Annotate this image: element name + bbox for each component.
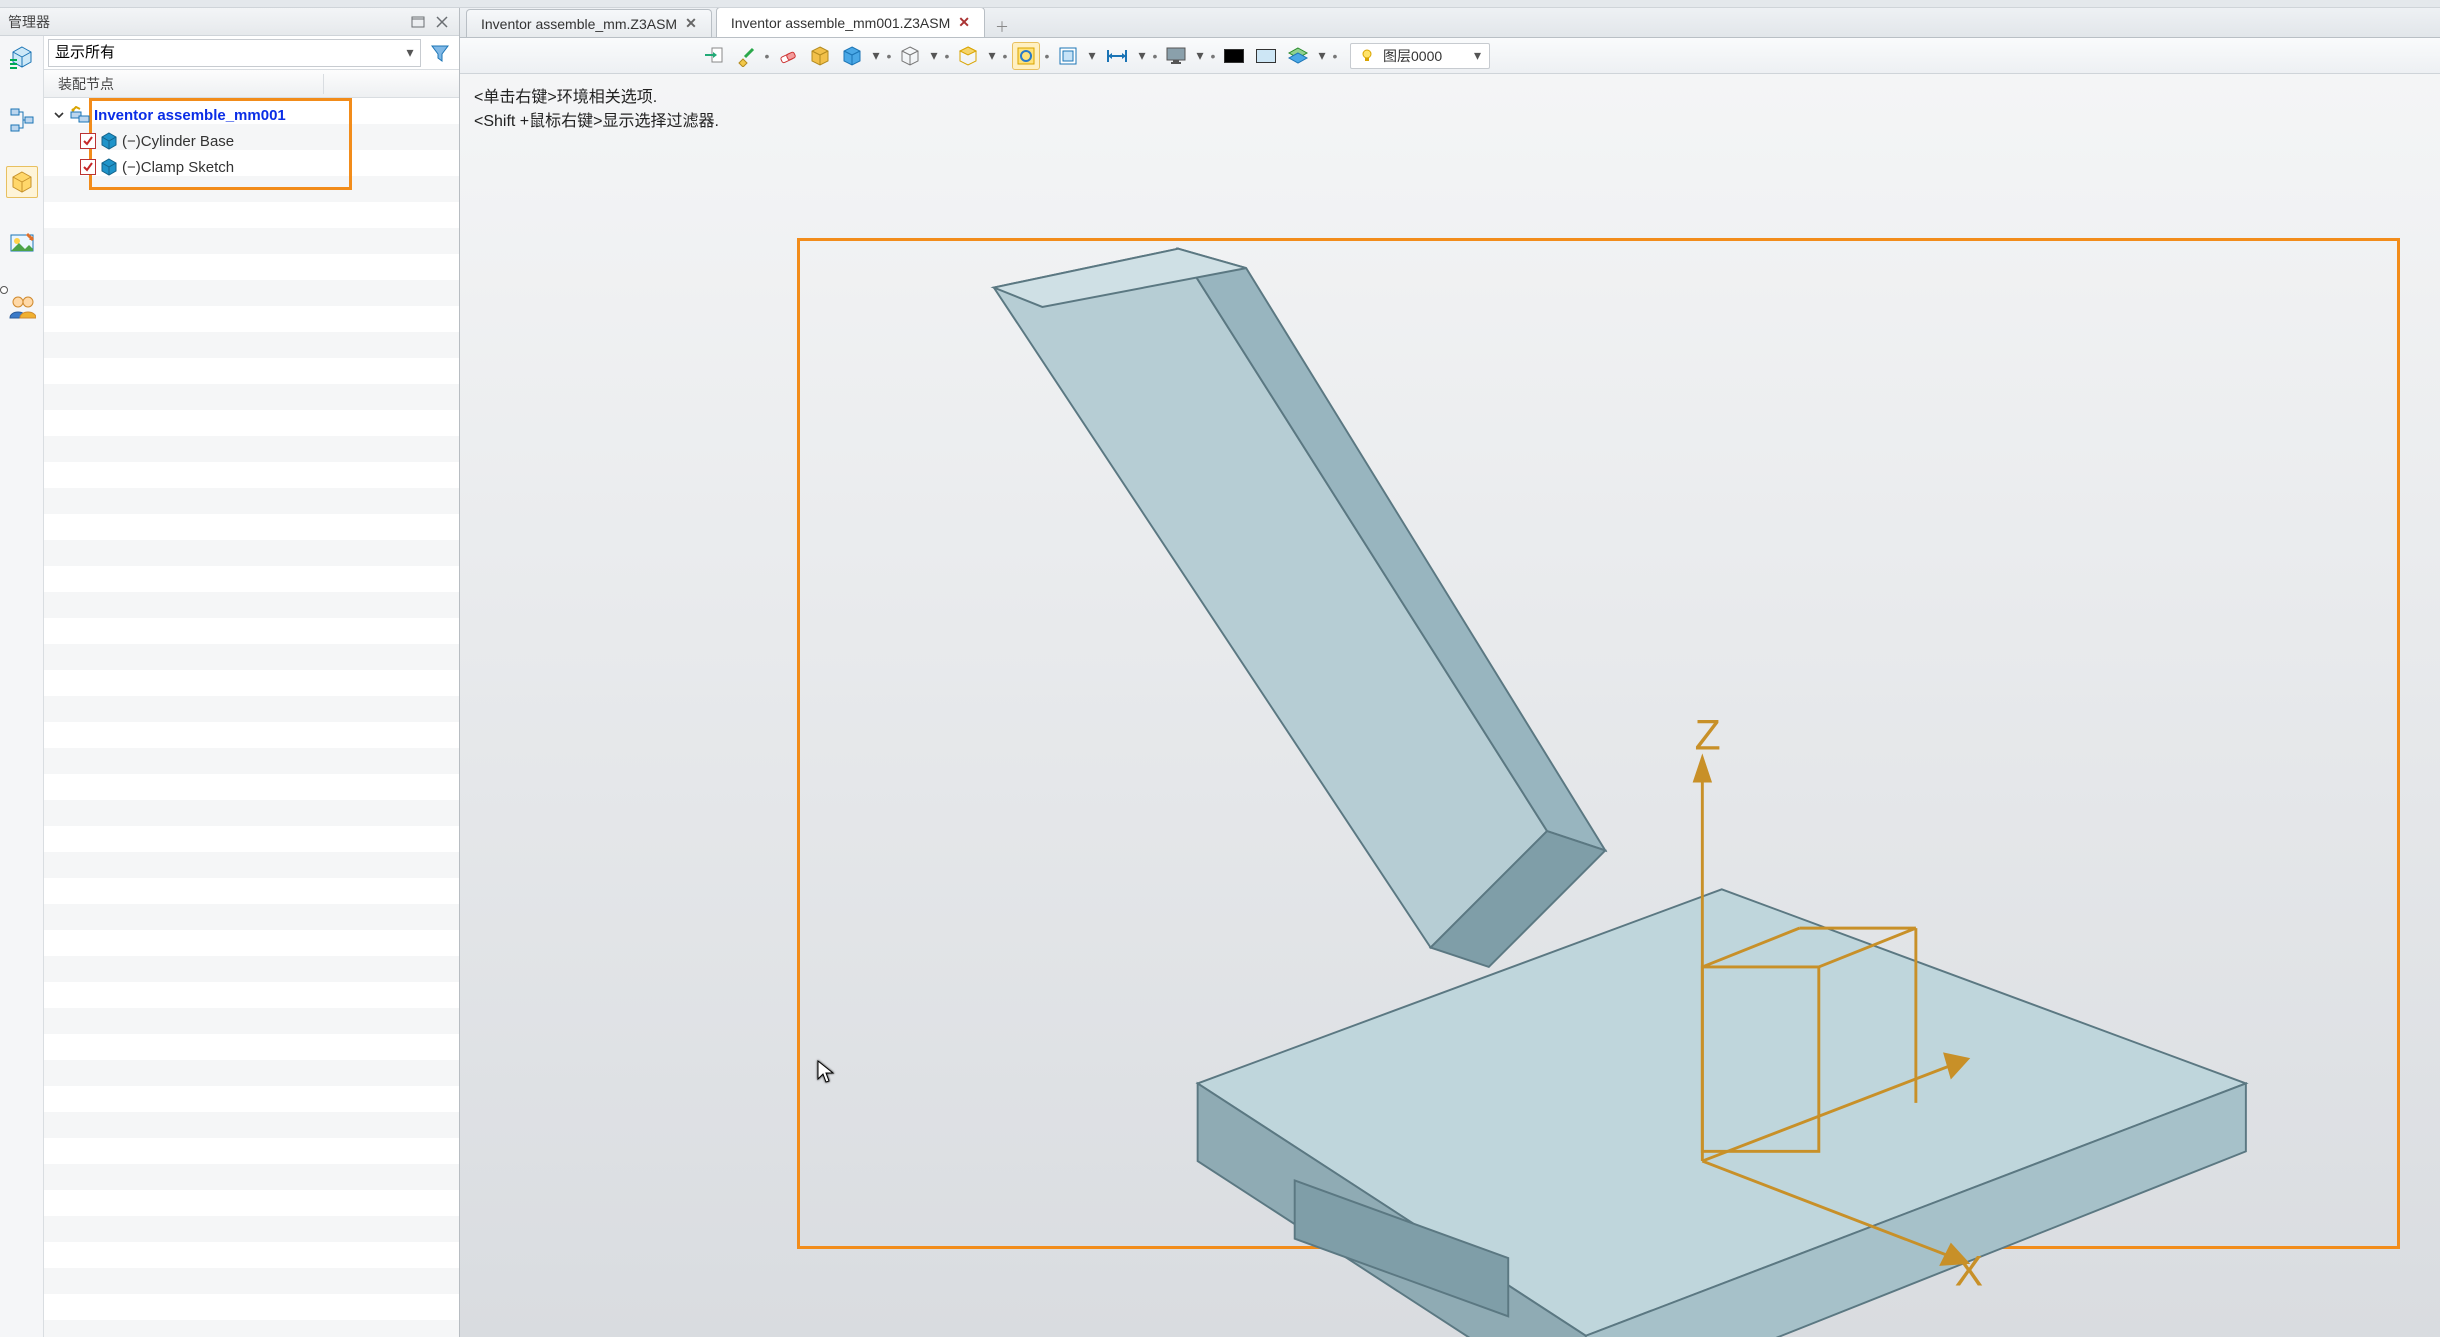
tab-label: Inventor assemble_mm001.Z3ASM	[731, 15, 950, 31]
document-area: Inventor assemble_mm.Z3ASM ✕ Inventor as…	[460, 8, 2440, 1337]
dropdown-arrow[interactable]: ▾	[986, 47, 998, 64]
mouse-cursor-icon	[816, 1059, 836, 1085]
tree-filter-row: 显示所有 ▾	[44, 36, 459, 70]
tree-checkbox[interactable]	[80, 159, 96, 175]
tree-column-header: 装配节点	[44, 70, 459, 98]
manager-panel: 管理器	[0, 8, 460, 1337]
tree-wrapper: 显示所有 ▾ 装配节点	[44, 36, 459, 1337]
tree-child-label[interactable]: (−)Clamp Sketch	[122, 159, 234, 176]
toolbar-separator: •	[1332, 46, 1338, 66]
manager-titlebar: 管理器	[0, 8, 459, 36]
layer-label: 图层0000	[1383, 46, 1442, 66]
dropdown-arrow[interactable]: ▾	[1194, 47, 1206, 64]
menubar-stub	[0, 0, 2440, 8]
tb-color-lightblue[interactable]	[1252, 42, 1280, 70]
lightbulb-icon	[1359, 48, 1375, 64]
panel-close-button[interactable]	[433, 14, 451, 30]
tb-shaded-blue[interactable]	[838, 42, 866, 70]
toolbar-separator: •	[1210, 46, 1216, 66]
chevron-down-icon: ▾	[1474, 47, 1481, 64]
axis-label-z: Z	[1695, 712, 1721, 760]
tree-filter-button[interactable]	[425, 39, 455, 67]
viewport-3d[interactable]: <单击右键>环境相关选项. <Shift +鼠标右键>显示选择过滤器.	[460, 74, 2440, 1337]
color-swatch-lightblue	[1256, 49, 1276, 63]
toolbar-separator: •	[1152, 46, 1158, 66]
view-toolbar: • ▾ • ▾ • ▾ • •	[460, 38, 2440, 74]
vbtn-assembly-tree[interactable]	[6, 104, 38, 136]
document-tab[interactable]: Inventor assemble_mm001.Z3ASM ✕	[716, 8, 985, 37]
tb-eraser[interactable]	[774, 42, 802, 70]
tree-root-row[interactable]: Inventor assemble_mm001	[46, 102, 457, 128]
tree-checkbox[interactable]	[80, 133, 96, 149]
main-split: 管理器	[0, 8, 2440, 1337]
tab-close-button[interactable]: ✕	[685, 15, 697, 32]
tb-brush[interactable]	[732, 42, 760, 70]
color-swatch-black	[1224, 49, 1244, 63]
tree-child-row[interactable]: (−)Cylinder Base	[46, 128, 457, 154]
dropdown-arrow[interactable]: ▾	[928, 47, 940, 64]
toolbar-separator: •	[1044, 46, 1050, 66]
layer-selector[interactable]: 图层0000 ▾	[1350, 43, 1490, 69]
part-icon	[100, 132, 118, 150]
tree-child-label[interactable]: (−)Cylinder Base	[122, 133, 234, 150]
vbtn-users[interactable]	[6, 290, 38, 322]
manager-title: 管理器	[8, 12, 50, 32]
vbtn-part-tree[interactable]	[6, 42, 38, 74]
document-tabs: Inventor assemble_mm.Z3ASM ✕ Inventor as…	[460, 8, 2440, 38]
tb-face-analysis[interactable]	[1012, 42, 1040, 70]
tab-label: Inventor assemble_mm.Z3ASM	[481, 16, 677, 32]
tb-grid-toggle[interactable]	[1054, 42, 1082, 70]
manager-body: 显示所有 ▾ 装配节点	[0, 36, 459, 1337]
toolbar-separator: •	[1002, 46, 1008, 66]
axis-label-x: X	[1955, 1247, 1983, 1295]
tb-hidden-gold[interactable]	[954, 42, 982, 70]
tree-area[interactable]: Inventor assemble_mm001 (−)Cylinder Base	[44, 98, 459, 1337]
new-tab-button[interactable]: ＋	[989, 17, 1015, 37]
panel-minimize-button[interactable]	[409, 14, 427, 30]
model-bottom-slab	[1198, 889, 2246, 1337]
tree-child-row[interactable]: (−)Clamp Sketch	[46, 154, 457, 180]
tb-color-black[interactable]	[1220, 42, 1248, 70]
dropdown-arrow[interactable]: ▾	[870, 47, 882, 64]
tb-wireframe[interactable]	[896, 42, 924, 70]
tb-insert[interactable]	[700, 42, 728, 70]
toolbar-separator: •	[764, 46, 770, 66]
dropdown-arrow[interactable]: ▾	[1136, 47, 1148, 64]
vbtn-box[interactable]	[6, 166, 38, 198]
toolbar-separator: •	[886, 46, 892, 66]
scene-3d-model: Z X	[460, 74, 2440, 1337]
document-tab[interactable]: Inventor assemble_mm.Z3ASM ✕	[466, 9, 712, 37]
tb-shaded-gold[interactable]	[806, 42, 834, 70]
dropdown-arrow[interactable]: ▾	[1316, 47, 1328, 64]
tree-filter-select[interactable]: 显示所有	[48, 39, 421, 67]
toolbar-separator: •	[944, 46, 950, 66]
part-icon	[100, 158, 118, 176]
tree-column-header-label: 装配节点	[54, 74, 324, 94]
assembly-icon	[70, 106, 90, 124]
tb-monitor[interactable]	[1162, 42, 1190, 70]
assembly-tree: Inventor assemble_mm001 (−)Cylinder Base	[44, 98, 459, 184]
expander-icon[interactable]	[52, 108, 66, 122]
tb-layers-icon[interactable]	[1284, 42, 1312, 70]
tree-root-label[interactable]: Inventor assemble_mm001	[94, 107, 286, 124]
tab-close-button[interactable]: ✕	[958, 14, 970, 31]
model-back-slab	[994, 249, 1605, 967]
dropdown-arrow[interactable]: ▾	[1086, 47, 1098, 64]
tb-dimension[interactable]	[1102, 42, 1132, 70]
manager-side-toolbar	[0, 36, 44, 1337]
vbtn-image[interactable]	[6, 228, 38, 260]
